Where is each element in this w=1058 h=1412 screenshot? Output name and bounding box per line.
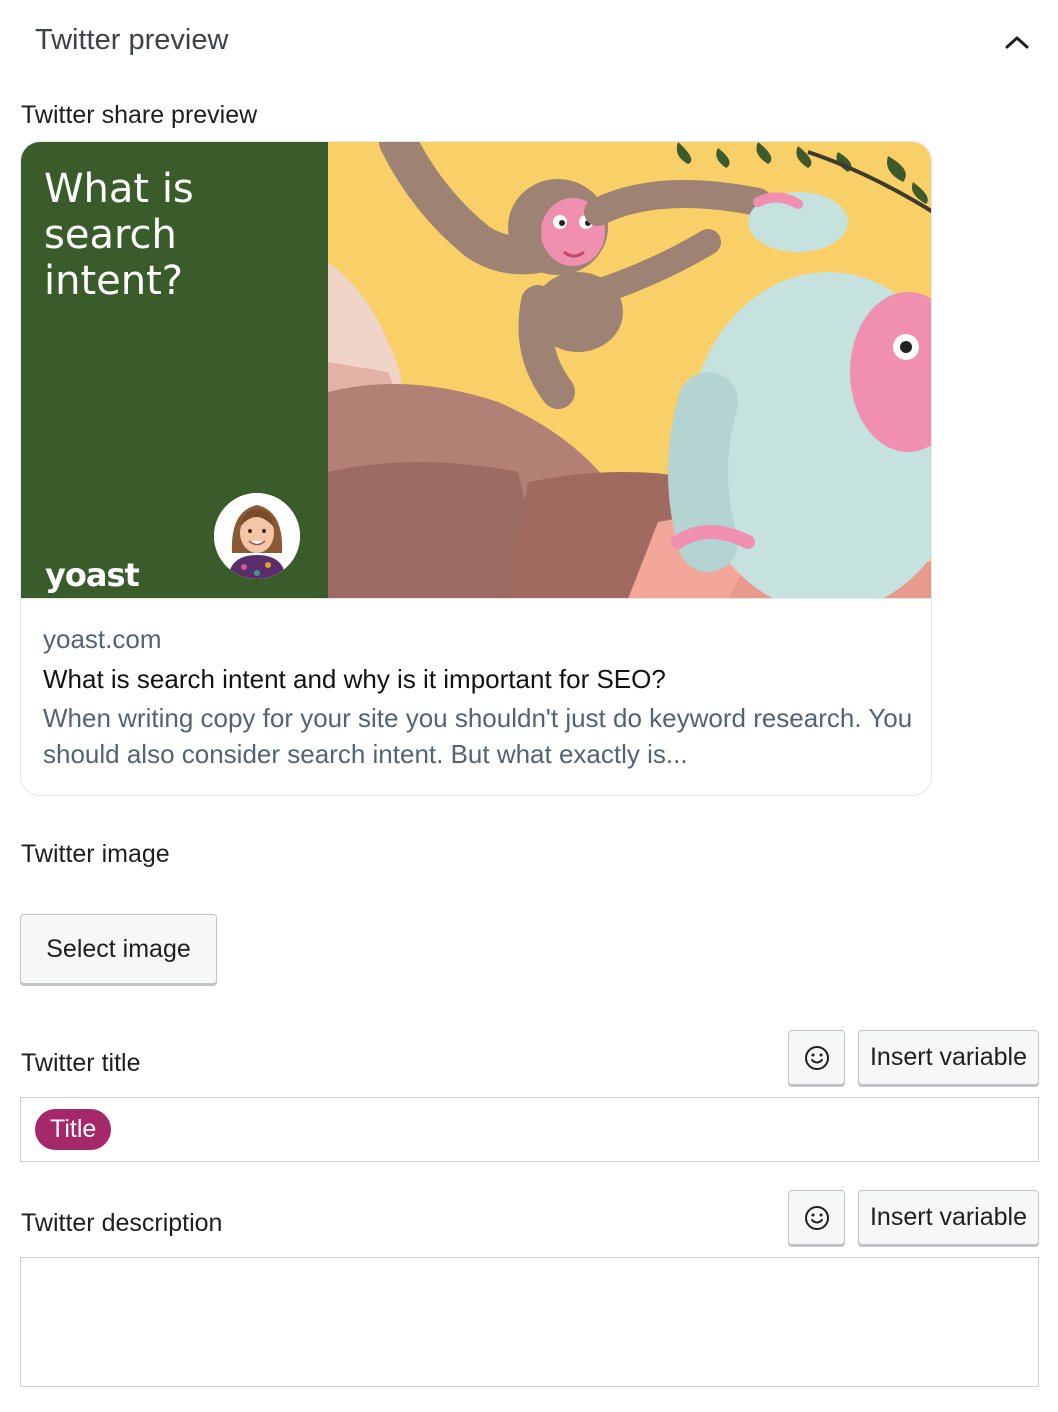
share-preview-label: Twitter share preview xyxy=(21,101,258,129)
description-insert-variable-button[interactable]: Insert variable xyxy=(858,1190,1039,1245)
brand-logo: yoast xyxy=(45,556,140,594)
card-image: What is search intent? yoast xyxy=(21,142,931,599)
twitter-description-input[interactable] xyxy=(20,1257,1039,1387)
select-image-button[interactable]: Select image xyxy=(20,914,217,984)
author-avatar xyxy=(214,493,300,579)
title-insert-variable-button[interactable]: Insert variable xyxy=(858,1030,1039,1085)
image-headline: What is search intent? xyxy=(44,166,194,304)
image-text-panel: What is search intent? yoast xyxy=(21,142,328,598)
title-variable-pill[interactable]: Title xyxy=(35,1109,112,1150)
title-emoji-button[interactable] xyxy=(788,1030,845,1085)
card-meta: yoast.com What is search intent and why … xyxy=(43,622,913,772)
monkeys-illustration xyxy=(328,142,931,598)
twitter-title-input[interactable]: Title xyxy=(20,1097,1039,1162)
smiley-icon xyxy=(804,1045,830,1071)
smiley-icon xyxy=(804,1205,830,1231)
card-domain: yoast.com xyxy=(43,624,162,654)
chevron-up-icon[interactable] xyxy=(994,22,1040,62)
card-description: When writing copy for your site you shou… xyxy=(43,703,913,769)
panel-title: Twitter preview xyxy=(35,24,229,56)
card-title: What is search intent and why is it impo… xyxy=(43,664,666,694)
twitter-title-label: Twitter title xyxy=(21,1049,141,1077)
panel-header[interactable]: Twitter preview xyxy=(0,0,1058,84)
twitter-card-preview: What is search intent? yoast yoast.com W… xyxy=(20,141,932,796)
twitter-description-label: Twitter description xyxy=(21,1209,223,1237)
description-emoji-button[interactable] xyxy=(788,1190,845,1245)
twitter-image-label: Twitter image xyxy=(21,840,170,868)
